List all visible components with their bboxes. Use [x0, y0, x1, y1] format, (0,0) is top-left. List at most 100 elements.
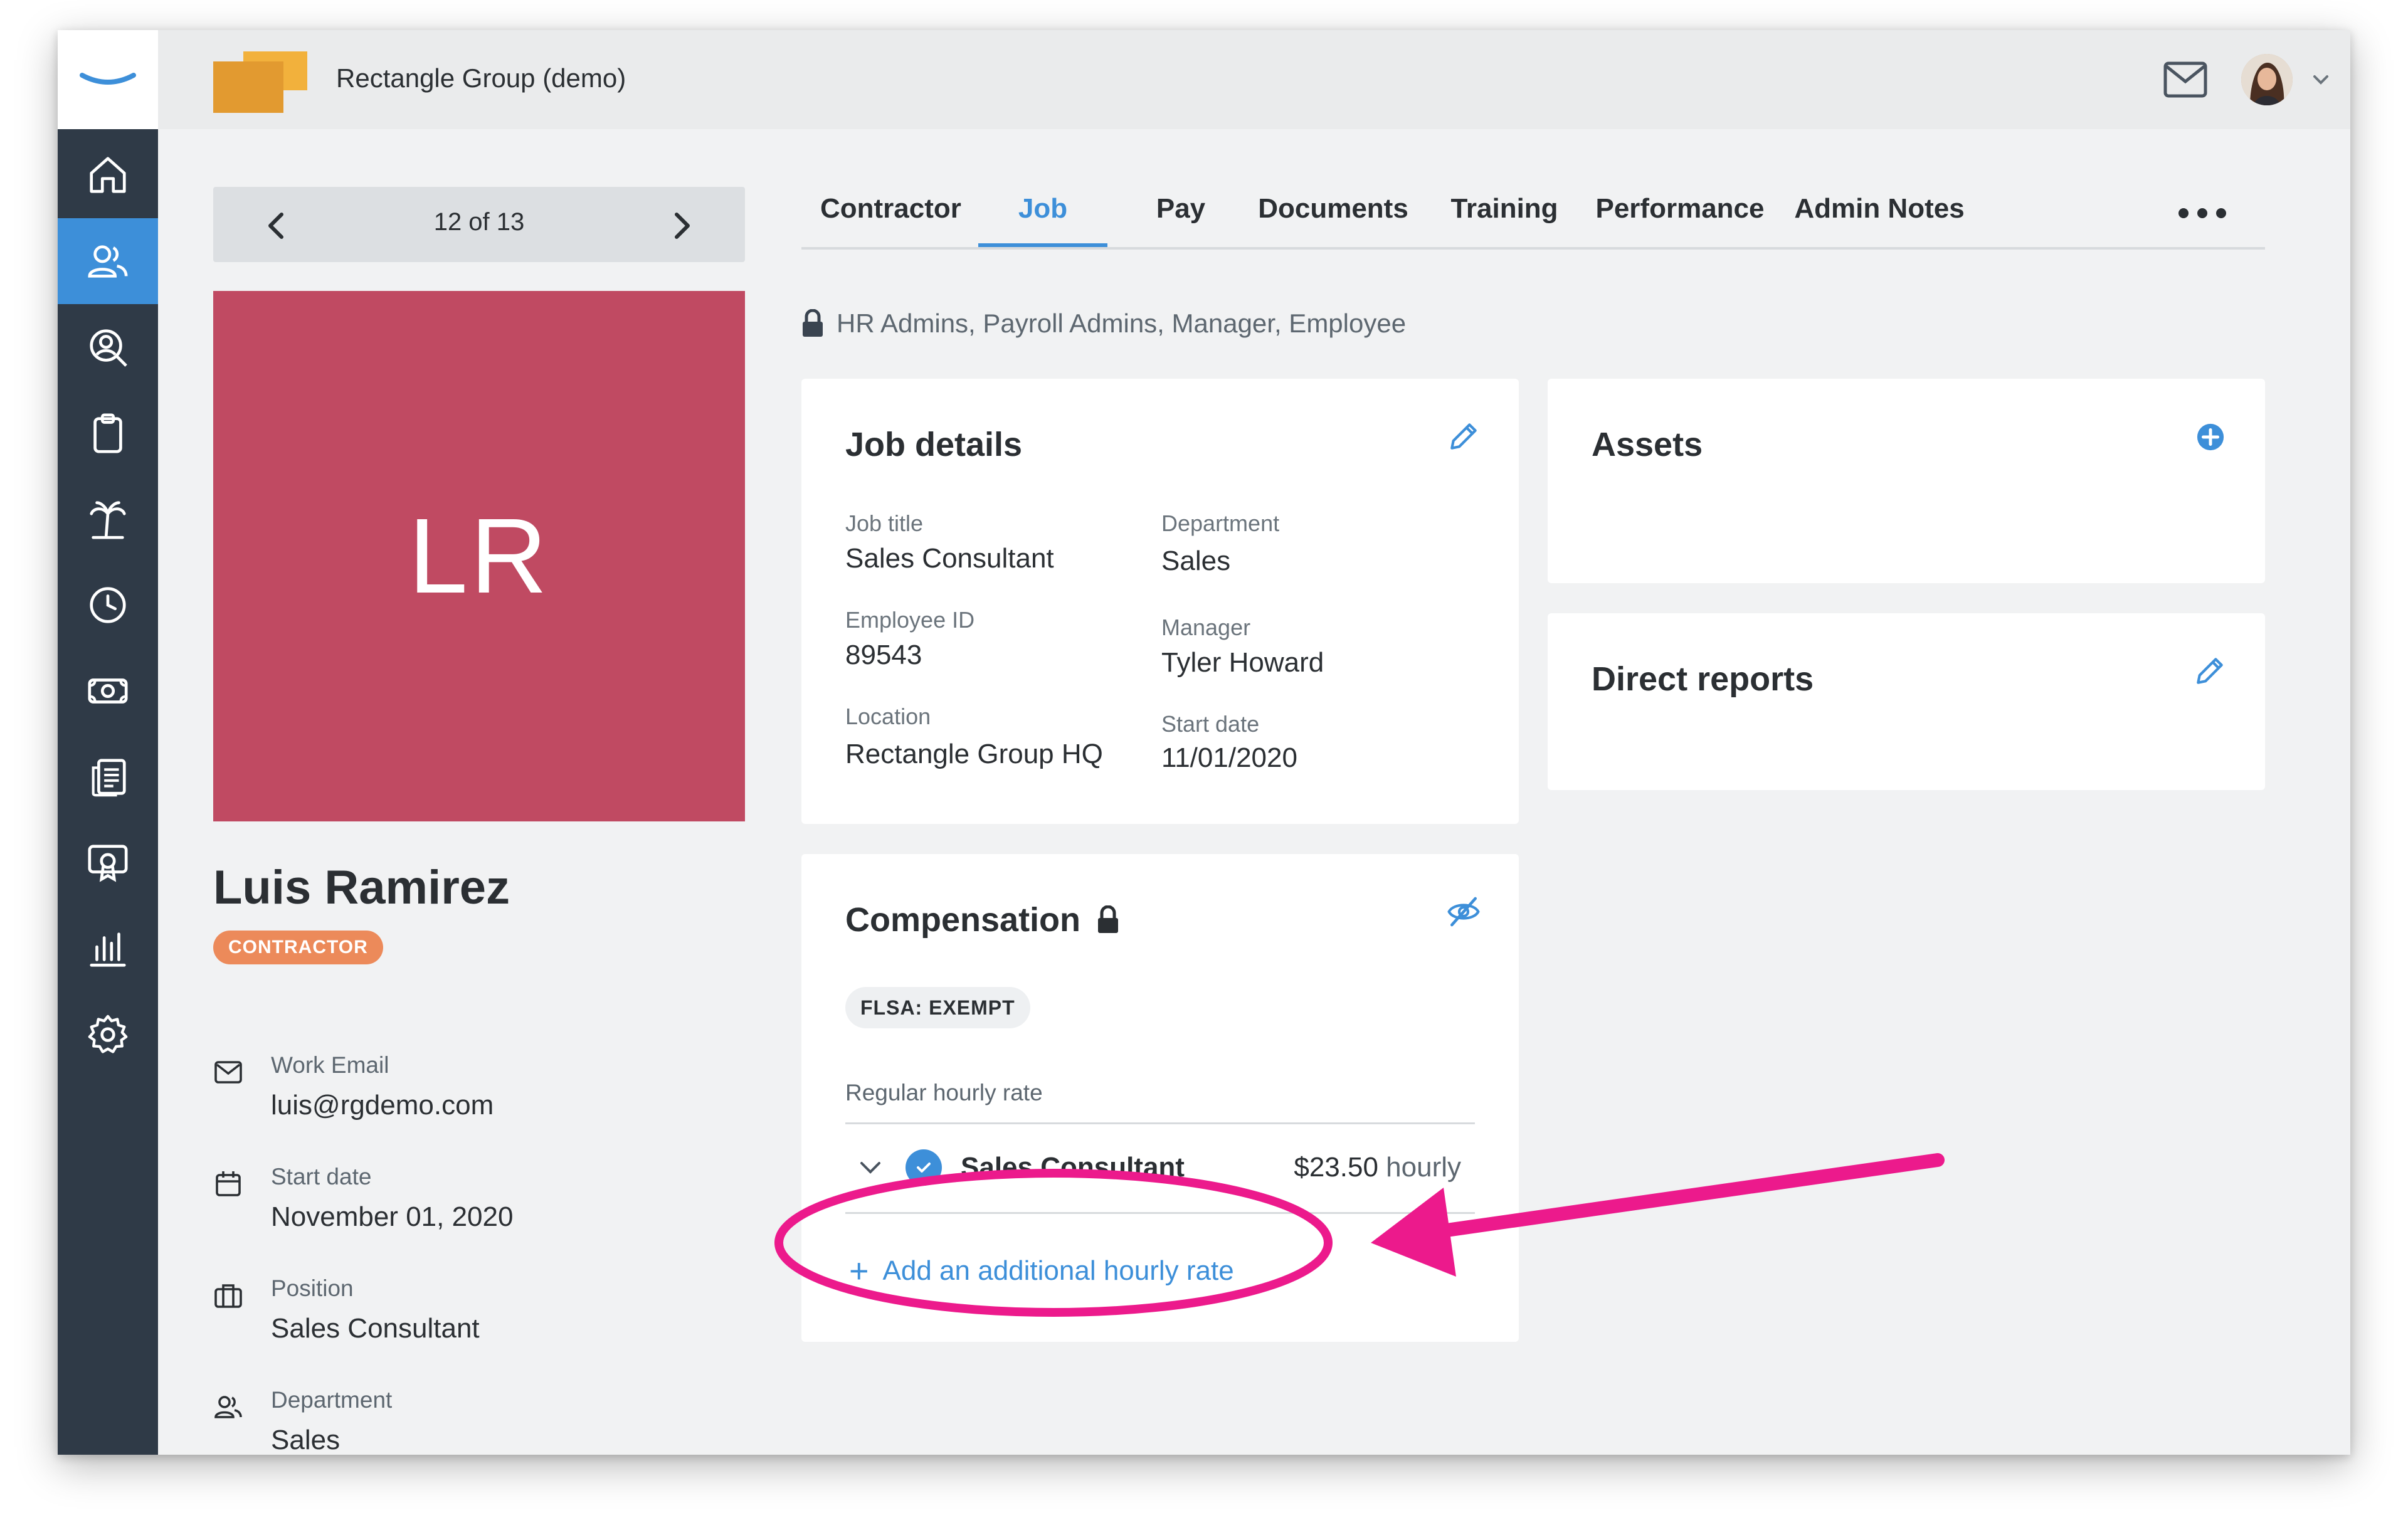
field-label: Department [1161, 510, 1280, 536]
employee-name: Luis Ramirez [213, 861, 510, 914]
chevron-down-icon[interactable] [858, 1154, 883, 1179]
tab-performance[interactable]: Performance [1589, 187, 1771, 247]
info-start-date: Start date November 01, 2020 [213, 1164, 746, 1233]
person-search-icon [90, 329, 127, 367]
flsa-badge: FLSA: EXEMPT [845, 987, 1030, 1028]
people-icon [214, 1396, 242, 1418]
field-label: Job title [845, 510, 924, 536]
nav-clipboard[interactable] [58, 390, 158, 476]
check-circle-icon [906, 1149, 942, 1186]
profile-initials: LR [408, 497, 550, 616]
field-value: 89543 [845, 640, 922, 670]
status-badge: CONTRACTOR [213, 931, 383, 964]
tab-documents[interactable]: Documents [1252, 187, 1415, 247]
nav-reports[interactable] [58, 905, 158, 991]
mail-icon[interactable] [2163, 61, 2207, 98]
field-value: 11/01/2020 [1161, 742, 1297, 773]
field-value[interactable]: Tyler Howard [1161, 647, 1324, 678]
info-label: Start date [271, 1164, 372, 1189]
main-content: 12 of 13 LR Luis Ramirez CONTRACTOR Work… [158, 129, 2350, 1455]
money-icon [88, 678, 128, 704]
tab-contractor[interactable]: Contractor [820, 187, 961, 247]
lock-icon [1098, 905, 1119, 933]
compensation-card: Compensation FLSA: EXEMPT Regular hourly… [801, 854, 1519, 1342]
eye-slash-icon[interactable] [1446, 894, 1481, 929]
info-label: Department [271, 1387, 393, 1413]
gear-icon [88, 1015, 128, 1053]
bar-chart-icon [90, 932, 126, 967]
info-work-email: Work Email luis@rgdemo.com [213, 1052, 746, 1121]
visibility-info: HR Admins, Payroll Admins, Manager, Empl… [801, 309, 1406, 339]
card-title: Assets [1592, 426, 1703, 463]
nav-payroll[interactable] [58, 648, 158, 734]
direct-reports-card: Direct reports [1548, 613, 2265, 790]
field-value: Rectangle Group HQ [845, 739, 1103, 769]
nav-home[interactable] [58, 132, 158, 218]
logo-smile-icon [80, 73, 136, 85]
field-label: Manager [1161, 614, 1251, 640]
info-department: Department Sales [213, 1387, 746, 1455]
top-bar: Rectangle Group (demo) [158, 30, 2350, 129]
tab-training[interactable]: Training [1437, 187, 1571, 247]
info-value: November 01, 2020 [271, 1201, 514, 1232]
visibility-roles: HR Admins, Payroll Admins, Manager, Empl… [837, 309, 1407, 338]
add-circle-icon[interactable] [2196, 423, 2225, 451]
nav-settings[interactable] [58, 991, 158, 1077]
nav-documents[interactable] [58, 734, 158, 820]
rate-amount: $23.50 hourly [1294, 1152, 1461, 1183]
chevron-right-icon [675, 213, 690, 239]
edit-pencil-icon[interactable] [2192, 653, 2227, 688]
card-title: Compensation [845, 901, 1081, 939]
app-logo[interactable] [58, 30, 158, 129]
clipboard-icon [93, 413, 122, 453]
lock-icon [803, 309, 823, 337]
clock-icon [90, 586, 126, 623]
edit-pencil-icon[interactable] [1446, 419, 1481, 454]
field-value: Sales [1161, 546, 1231, 576]
check-icon [917, 1163, 931, 1173]
nav-time[interactable] [58, 562, 158, 648]
info-label: Work Email [271, 1052, 389, 1078]
record-pager: 12 of 13 [213, 187, 745, 262]
compensation-title: Compensation [845, 900, 1119, 939]
documents-icon [92, 758, 126, 796]
nav-person-search[interactable] [58, 304, 158, 390]
rate-heading: Regular hourly rate [845, 1080, 1043, 1105]
info-value: Sales Consultant [271, 1313, 480, 1344]
job-details-card: Job details Job title Sales Consultant D… [801, 379, 1519, 824]
palm-tree-icon [90, 500, 126, 539]
rate-unit: hourly [1386, 1152, 1461, 1183]
company-name[interactable]: Rectangle Group (demo) [336, 63, 626, 94]
info-value[interactable]: luis@rgdemo.com [271, 1090, 494, 1121]
chevron-down-icon[interactable] [2311, 70, 2330, 89]
next-record-button[interactable] [663, 207, 701, 245]
certificate-icon [88, 844, 128, 882]
mail-icon [214, 1061, 242, 1084]
add-hourly-rate-label: Add an additional hourly rate [882, 1255, 1234, 1286]
card-title: Job details [845, 426, 1023, 463]
briefcase-icon [214, 1284, 242, 1308]
user-avatar[interactable] [2241, 54, 2293, 105]
nav-time-off[interactable] [58, 476, 158, 562]
assets-card: Assets [1548, 379, 2265, 583]
rate-value: $23.50 [1294, 1152, 1378, 1183]
tab-job[interactable]: Job [978, 187, 1107, 247]
field-value: Sales Consultant [845, 543, 1054, 574]
info-label: Position [271, 1275, 354, 1301]
card-title: Direct reports [1592, 660, 1814, 698]
profile-photo[interactable]: LR [213, 291, 745, 821]
app-window: Rectangle Group (demo) 12 of 13 LR Luis … [58, 30, 2350, 1455]
company-logo [213, 51, 307, 113]
rate-job-title: Sales Consultant [961, 1152, 1185, 1183]
nav-people[interactable] [58, 218, 158, 304]
more-options-icon[interactable] [2177, 206, 2227, 221]
sidebar [58, 30, 158, 1455]
rate-row[interactable]: Sales Consultant $23.50 hourly [845, 1122, 1475, 1214]
profile-tabs: Contractor Job Pay Documents Training Pe… [801, 187, 2265, 250]
calendar-icon [216, 1171, 241, 1196]
add-hourly-rate-link[interactable]: + Add an additional hourly rate [849, 1254, 1234, 1288]
tab-pay[interactable]: Pay [1140, 187, 1222, 247]
nav-training[interactable] [58, 820, 158, 905]
tab-admin-notes[interactable]: Admin Notes [1788, 187, 1970, 247]
home-icon [90, 156, 126, 193]
